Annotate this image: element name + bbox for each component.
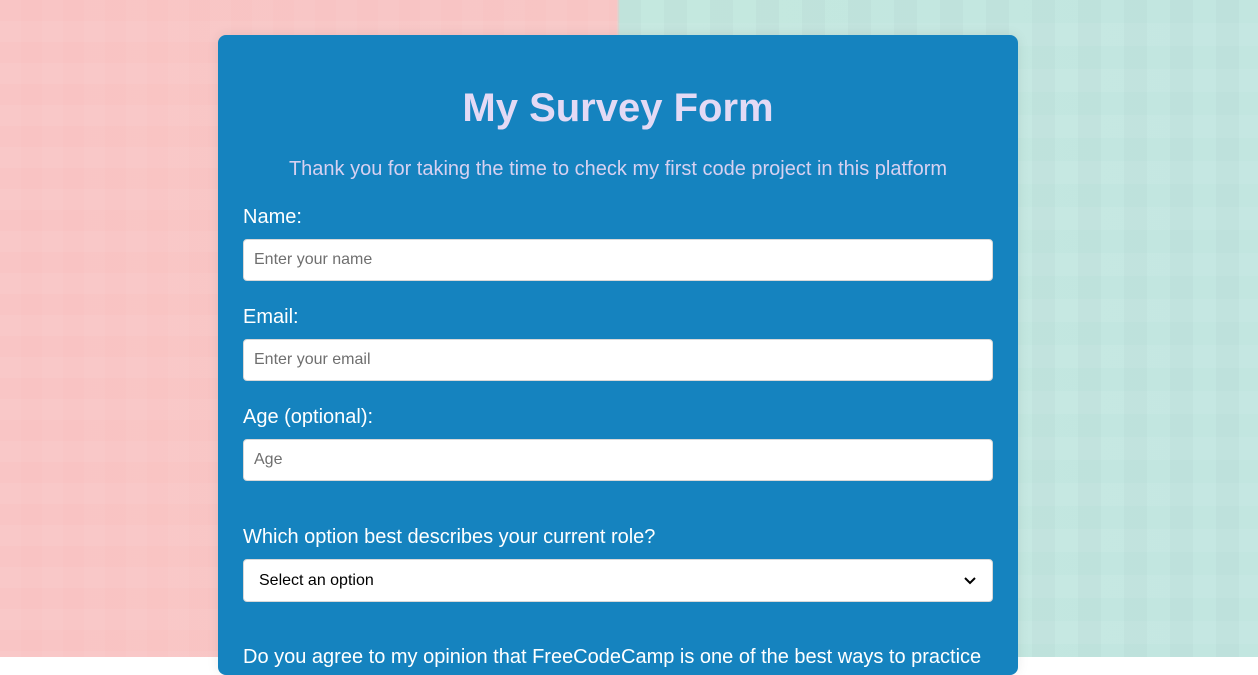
survey-form-card: My Survey Form Thank you for taking the … [218,35,1018,675]
form-title: My Survey Form [462,86,774,130]
name-input[interactable] [243,239,993,281]
age-label: Age (optional): [243,406,374,428]
age-input[interactable] [243,439,993,481]
form-description: Thank you for taking the time to check m… [288,158,948,180]
role-dropdown[interactable]: Select an option [243,559,993,602]
email-label: Email: [243,306,299,328]
role-dropdown-value: Select an option [259,571,374,589]
role-label: Which option best describes your current… [243,526,656,548]
name-label: Name: [243,206,302,228]
chevron-down-icon [963,574,977,588]
email-input[interactable] [243,339,993,381]
agree-question-label: Do you agree to my opinion that FreeCode… [243,646,982,668]
